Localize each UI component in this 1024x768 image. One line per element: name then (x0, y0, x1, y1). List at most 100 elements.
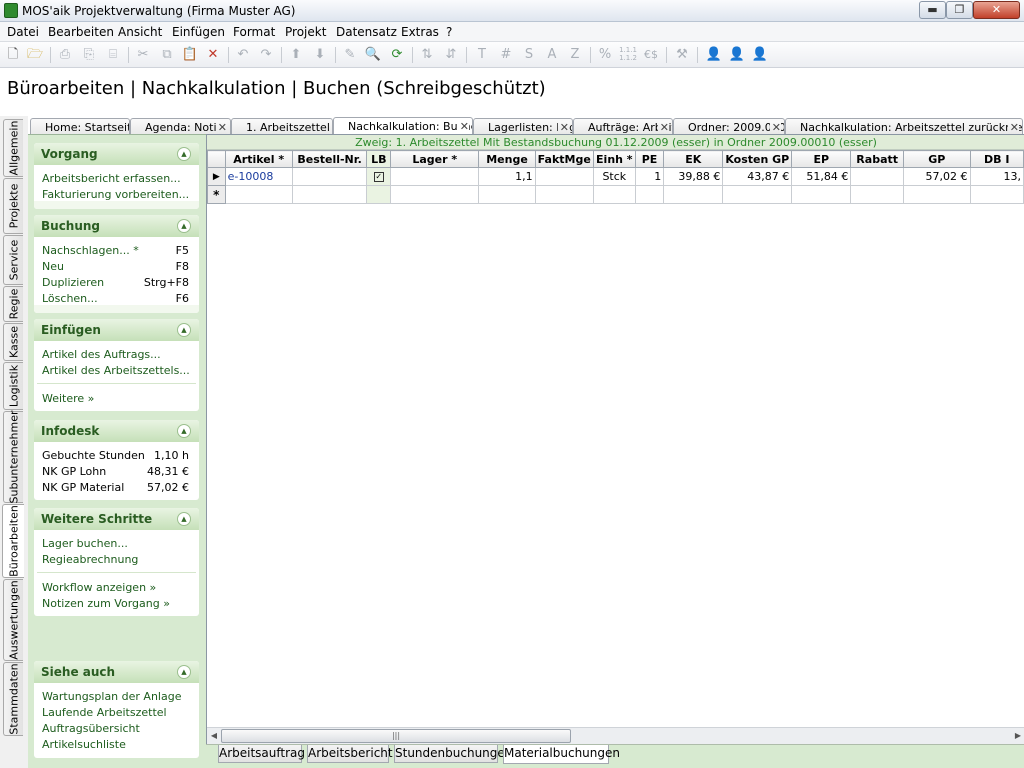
percent-icon[interactable]: % (596, 46, 614, 64)
tab-materialbuchungen[interactable]: Materialbuchungen (503, 745, 620, 764)
close-tab-icon[interactable]: ✕ (215, 121, 227, 134)
link-arbeitsbericht-erfassen[interactable]: Arbeitsbericht erfassen... (42, 172, 181, 185)
link-lager-buchen[interactable]: Lager buchen... (42, 537, 128, 550)
column-header[interactable]: GP (902, 150, 971, 168)
tab-arbeitsauftrag[interactable]: Arbeitsauftrag (218, 745, 305, 763)
maximize-button[interactable]: ❐ (946, 1, 973, 19)
cell-empty[interactable] (722, 185, 793, 204)
print-preview-icon[interactable]: ⎘ (80, 46, 98, 64)
cell-bestell-nr[interactable] (291, 167, 368, 186)
move-down-icon[interactable]: ⬇ (311, 46, 329, 64)
scroll-left-icon[interactable]: ◀ (207, 729, 221, 743)
close-tab-icon[interactable]: ✕ (769, 121, 781, 134)
vtab-stammdaten[interactable]: Stammdaten (3, 662, 23, 736)
cell-empty[interactable] (478, 185, 536, 204)
column-header[interactable]: Menge (478, 150, 536, 168)
column-header[interactable]: PE (634, 150, 665, 168)
link-wartungsplan[interactable]: Wartungsplan der Anlage (42, 690, 181, 703)
collapse-icon[interactable]: ▲ (177, 424, 191, 438)
column-header[interactable]: Rabatt (850, 150, 904, 168)
outline-number-icon[interactable]: 1.1.1 1.1.2 (619, 46, 637, 64)
vtab-kasse[interactable]: Kasse (3, 323, 23, 361)
link-auftragsuebersicht[interactable]: Auftragsübersicht (42, 722, 140, 735)
cell-empty[interactable] (366, 185, 392, 204)
cell-empty[interactable] (390, 185, 480, 204)
section-header[interactable]: Weitere Schritte ▲ (34, 508, 199, 530)
collapse-icon[interactable]: ▲ (177, 147, 191, 161)
collapse-icon[interactable]: ▲ (177, 219, 191, 233)
column-header[interactable]: Einh * (592, 150, 636, 168)
current-row-indicator-icon[interactable]: ▶ (207, 167, 226, 186)
table-row[interactable]: ▶ e-10008 ✓ 1,1 Stck 1 39,88 € 43,87 € 5… (207, 167, 1024, 186)
yellow-user-icon[interactable]: 👤 (728, 46, 746, 64)
red-user-icon[interactable]: 👤 (751, 46, 769, 64)
tab-nachkalkulation-zurueckmelden[interactable]: Nachkalkulation: Arbeitszettel zurückmel… (785, 118, 1023, 135)
currency-icon[interactable]: €$ (642, 46, 660, 64)
column-header[interactable]: Lager * (390, 150, 480, 168)
cell-pe[interactable]: 1 (634, 167, 665, 186)
scrollbar-thumb[interactable]: ||| (221, 729, 571, 743)
collapse-icon[interactable]: ▲ (177, 665, 191, 679)
link-laufende-arbeitszettel[interactable]: Laufende Arbeitszettel (42, 706, 167, 719)
tab-lagerlisten[interactable]: Lagerlisten: Lager✕ (473, 118, 573, 135)
cell-empty[interactable] (850, 185, 904, 204)
count-format-icon[interactable]: Z (566, 46, 584, 64)
vtab-logistik[interactable]: Logistik (3, 362, 23, 410)
cut-icon[interactable]: ✂ (134, 46, 152, 64)
section-header[interactable]: Einfügen ▲ (34, 319, 199, 341)
column-header[interactable]: EK (663, 150, 724, 168)
scroll-right-icon[interactable]: ▶ (1011, 729, 1024, 743)
collapse-icon[interactable]: ▲ (177, 512, 191, 526)
cell-empty[interactable] (634, 185, 665, 204)
cell-faktmge[interactable] (534, 167, 594, 186)
tab-stundenbuchungen[interactable]: Stundenbuchungen (394, 745, 512, 763)
link-workflow-anzeigen[interactable]: Workflow anzeigen » (42, 581, 156, 594)
menu-projekt[interactable]: Projekt (285, 25, 326, 39)
tab-ordner[interactable]: Ordner: 2009.00010✕ (673, 118, 785, 135)
sum-format-icon[interactable]: S (520, 46, 538, 64)
tab-home[interactable]: Home: Startseite (30, 118, 130, 135)
cell-db[interactable]: 13, (969, 167, 1024, 186)
sort-ascending-icon[interactable]: ⇅ (418, 46, 436, 64)
link-loeschen[interactable]: Löschen... (42, 292, 98, 305)
section-header[interactable]: Siehe auch ▲ (34, 661, 199, 683)
tab-arbeitszettel[interactable]: 1. Arbeitszettel (e (231, 118, 333, 135)
number-format-icon[interactable]: # (497, 46, 515, 64)
collapse-icon[interactable]: ▲ (177, 323, 191, 337)
cell-empty[interactable] (592, 185, 636, 204)
vtab-allgemein[interactable]: Allgemein (3, 119, 23, 177)
cell-empty[interactable] (969, 185, 1024, 204)
delete-icon[interactable]: ✕ (204, 46, 222, 64)
copy-icon[interactable]: ⧉ (158, 46, 176, 64)
refresh-icon[interactable]: ⟳ (388, 46, 406, 64)
link-neu[interactable]: Neu (42, 260, 64, 273)
close-button[interactable]: ✕ (973, 1, 1020, 19)
cell-ep[interactable]: 51,84 € (791, 167, 852, 186)
section-header[interactable]: Buchung ▲ (34, 215, 199, 237)
cell-ek[interactable]: 39,88 € (663, 167, 724, 186)
average-format-icon[interactable]: A (543, 46, 561, 64)
vtab-bueroarbeiten[interactable]: Büroarbeiten (2, 504, 24, 578)
redo-icon[interactable]: ↷ (257, 46, 275, 64)
link-fakturierung-vorbereiten[interactable]: Fakturierung vorbereiten... (42, 188, 189, 201)
link-artikelsuchliste[interactable]: Artikelsuchliste (42, 738, 126, 751)
tab-nachkalkulation-buchen[interactable]: Nachkalkulation: Buchen ✕ (333, 117, 473, 135)
menu-format[interactable]: Format (233, 25, 275, 39)
tab-agenda[interactable]: Agenda: Notiz ✕ (130, 118, 231, 135)
vtab-projekte[interactable]: Projekte (3, 178, 23, 234)
column-header[interactable]: FaktMge (534, 150, 594, 168)
column-header[interactable]: Bestell-Nr. (291, 150, 368, 168)
search-icon[interactable]: 🔍 (364, 46, 382, 64)
menu-datei[interactable]: Datei (7, 25, 39, 39)
link-nachschlagen[interactable]: Nachschlagen... * (42, 244, 139, 257)
cell-empty[interactable] (534, 185, 594, 204)
vtab-service[interactable]: Service (3, 235, 23, 285)
cell-artikel[interactable]: e-10008 (224, 167, 293, 186)
close-tab-icon[interactable]: ✕ (457, 120, 469, 133)
link-regieabrechnung[interactable]: Regieabrechnung (42, 553, 138, 566)
new-row[interactable]: * (207, 185, 1024, 204)
page-setup-icon[interactable]: ⌸ (104, 46, 122, 64)
open-folder-icon[interactable]: 🗁 (26, 46, 44, 64)
link-duplizieren[interactable]: Duplizieren (42, 276, 104, 289)
tab-arbeitsbericht[interactable]: Arbeitsbericht (307, 745, 393, 763)
